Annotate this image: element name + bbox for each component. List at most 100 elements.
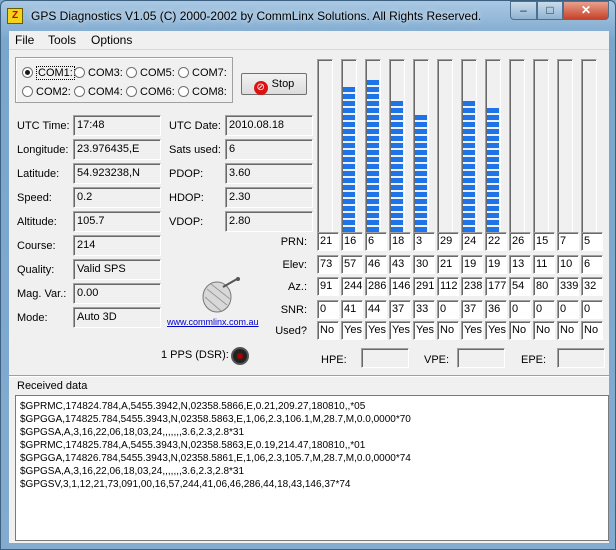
com6-label: COM6: [140,86,175,98]
signal-bar-24 [461,59,477,235]
signal-segment [367,171,379,176]
com6-radio[interactable]: COM6: [126,86,175,98]
sat-elev-cell: 73 [317,255,339,274]
hpe-field [361,348,409,368]
com7-radio[interactable]: COM7: [178,67,227,79]
sat-snr-cell: 0 [533,300,555,319]
sat-row-label: Elev: [282,259,307,271]
signal-segment [343,150,355,155]
signal-segment [463,178,475,183]
signal-segment [367,122,379,127]
sat-az-cell: 177 [485,277,507,296]
signal-segment [367,101,379,106]
sat-used-cell: Yes [389,321,411,340]
altitude-label: Altitude: [17,216,57,228]
com8-label: COM8: [192,86,227,98]
sat-elev-cell: 19 [485,255,507,274]
sat-prn-cell: 5 [581,232,603,251]
com5-radio[interactable]: COM5: [126,67,175,79]
signal-segment [343,129,355,134]
signal-bar-18 [389,59,405,235]
signal-segment [391,129,403,134]
course-field: 214 [73,235,161,256]
menu-options[interactable]: Options [91,33,132,47]
signal-segment [487,220,499,225]
speed-label: Speed: [17,192,52,204]
signal-segment [391,164,403,169]
utc-date-field: 2010.08.18 [225,115,313,136]
signal-segment [487,185,499,190]
signal-segment [463,136,475,141]
sat-snr-cell: 37 [461,300,483,319]
signal-segment [463,164,475,169]
utc-time-field: 17:48 [73,115,161,136]
close-button[interactable]: ✕ [563,1,609,20]
sat-az-cell: 80 [533,277,555,296]
sat-elev-cell: 43 [389,255,411,274]
signal-segment [487,129,499,134]
signal-segment [415,157,427,162]
signal-segment [367,80,379,85]
signal-segment [463,101,475,106]
com2-radio[interactable]: COM2: [22,86,71,98]
received-data-textarea[interactable]: $GPRMC,174824.784,A,5455.3942,N,02358.58… [15,395,609,541]
epe-label: EPE: [521,354,547,366]
signal-segment [415,136,427,141]
signal-segment [487,192,499,197]
sat-az-cell: 146 [389,277,411,296]
signal-segment [415,129,427,134]
com8-radio[interactable]: COM8: [178,86,227,98]
signal-segment [367,108,379,113]
separator [9,375,609,377]
client-area: File Tools Options COM1: COM3: COM5: COM… [9,31,609,543]
signal-segment [487,213,499,218]
com4-radio[interactable]: COM4: [74,86,123,98]
menu-file[interactable]: File [15,33,34,47]
signal-segment [343,164,355,169]
menu-tools[interactable]: Tools [48,33,76,47]
sat-elev-cell: 30 [413,255,435,274]
sat-row-label: Az.: [288,281,307,293]
signal-segment [391,192,403,197]
signal-segment [463,192,475,197]
signal-segment [343,213,355,218]
maximize-button[interactable]: □ [537,1,563,20]
sat-used-cell: No [437,321,459,340]
title-bar[interactable]: Z GPS Diagnostics V1.05 (C) 2000-2002 by… [1,1,615,31]
signal-segment [487,122,499,127]
sat-az-cell: 112 [437,277,459,296]
signal-segment [367,192,379,197]
sat-elev-cell: 11 [533,255,555,274]
received-data-label: Received data [17,380,88,392]
signal-segment [463,129,475,134]
com3-radio[interactable]: COM3: [74,67,123,79]
stop-button[interactable]: ⊘ Stop [241,73,307,95]
window-title: GPS Diagnostics V1.05 (C) 2000-2002 by C… [31,9,482,23]
signal-segment [343,178,355,183]
radio-indicator [22,67,33,78]
sat-used-cell: Yes [461,321,483,340]
utc-time-label: UTC Time: [17,120,70,132]
received-data-line: $GPGSV,3,1,12,21,73,091,00,16,57,244,41,… [20,479,351,490]
sat-elev-cell: 46 [365,255,387,274]
sat-snr-cell: 0 [581,300,603,319]
sat-prn-cell: 18 [389,232,411,251]
signal-segment [463,122,475,127]
app-icon[interactable]: Z [7,8,23,24]
signal-segment [463,213,475,218]
com2-label: COM2: [36,86,71,98]
received-data-line: $GPGSA,A,3,16,22,06,18,03,24,,,,,,,3.6,2… [20,466,245,477]
signal-segment [487,164,499,169]
signal-segment [367,199,379,204]
vdop-field: 2.80 [225,211,313,232]
signal-segment [343,115,355,120]
sat-prn-cell: 29 [437,232,459,251]
minimize-button[interactable]: – [510,1,537,20]
sat-row-label: PRN: [280,236,307,248]
signal-segment [415,206,427,211]
website-link[interactable]: www.commlinx.com.au [167,317,259,327]
signal-segment [415,164,427,169]
com1-radio[interactable]: COM1: [22,66,75,80]
signal-segment [487,157,499,162]
speed-field: 0.2 [73,187,161,208]
